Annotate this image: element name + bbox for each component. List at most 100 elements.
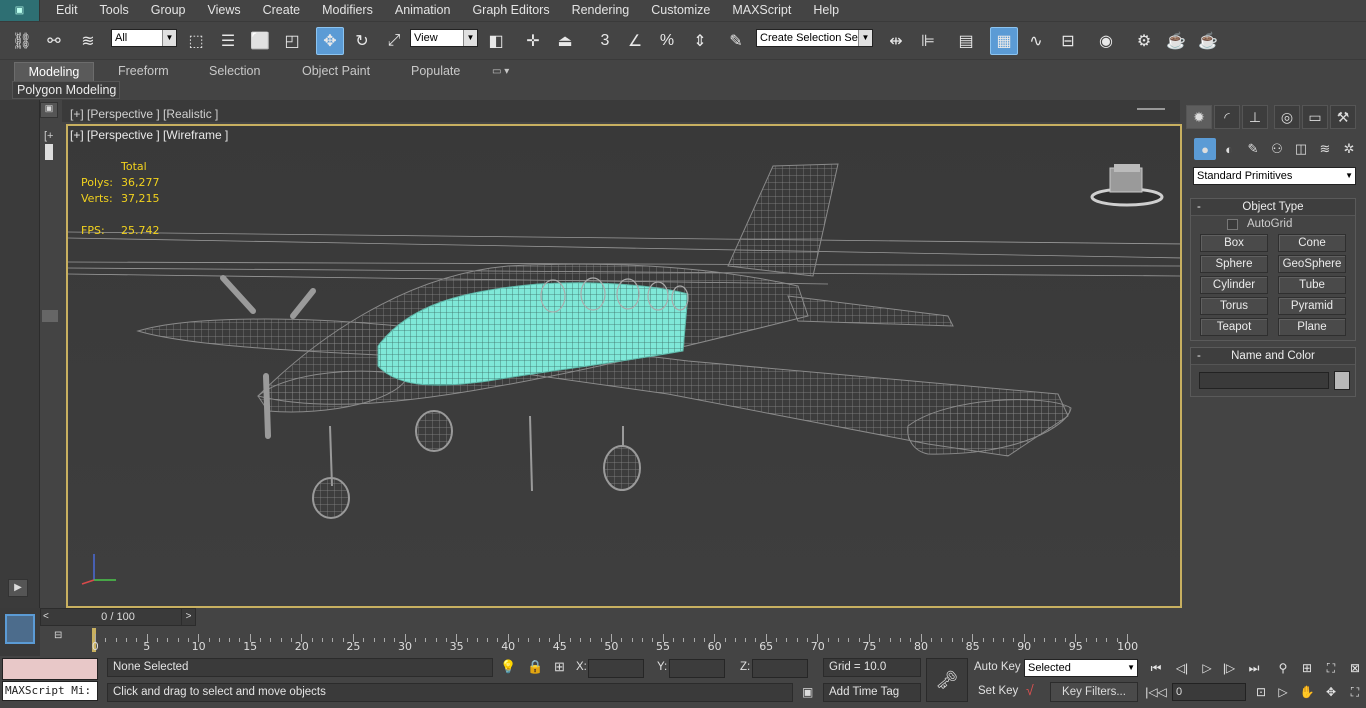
- pan-view-icon[interactable]: ✋: [1296, 682, 1318, 702]
- cylinder-button[interactable]: Cylinder: [1200, 276, 1268, 294]
- previous-frame-icon[interactable]: ◁|: [1171, 658, 1193, 678]
- selection-lock-icon[interactable]: 🔒: [527, 659, 543, 675]
- viewport-minimize-icon[interactable]: [1137, 108, 1165, 110]
- curve-editor-icon[interactable]: ∿: [1022, 27, 1050, 55]
- viewport-config-icon[interactable]: ▣: [40, 102, 58, 118]
- ribbon-tab-populate[interactable]: Populate: [403, 62, 468, 81]
- maxscript-mini-listener[interactable]: MAXScript Mi:: [2, 681, 98, 701]
- add-time-tag-button[interactable]: Add Time Tag: [823, 683, 921, 702]
- space-warps-icon[interactable]: ≋: [1314, 138, 1336, 160]
- go-to-start-icon[interactable]: ⏮: [1145, 658, 1167, 678]
- object-type-header[interactable]: - Object Type: [1191, 199, 1355, 216]
- menu-item-create[interactable]: Create: [252, 0, 312, 21]
- z-coordinate-input[interactable]: [752, 659, 808, 678]
- set-key-filter-icon[interactable]: √: [1026, 682, 1034, 698]
- key-mode-toggle-icon[interactable]: |◁◁: [1145, 682, 1167, 702]
- shapes-icon[interactable]: ◐: [1218, 138, 1240, 160]
- zoom-extents-all-icon[interactable]: ⊠: [1344, 658, 1366, 678]
- percent-snap-icon[interactable]: %: [653, 27, 681, 55]
- rotate-icon[interactable]: ↻: [348, 27, 376, 55]
- align-icon[interactable]: ⊫: [914, 27, 942, 55]
- scene-explorer-icon[interactable]: ▦: [990, 27, 1018, 55]
- sphere-button[interactable]: Sphere: [1200, 255, 1268, 273]
- menu-item-rendering[interactable]: Rendering: [561, 0, 641, 21]
- ribbon-panel-polygon-modeling[interactable]: Polygon Modeling: [12, 81, 120, 99]
- scale-icon[interactable]: ⤢: [380, 27, 408, 55]
- rendered-frame-window-icon[interactable]: ☕: [1162, 27, 1190, 55]
- maximize-viewport-icon[interactable]: ⛶: [1344, 682, 1366, 702]
- ribbon-tab-freeform[interactable]: Freeform: [110, 62, 177, 81]
- viewport-slider-handle[interactable]: [45, 144, 53, 160]
- schematic-view-icon[interactable]: ⊟: [1054, 27, 1082, 55]
- torus-button[interactable]: Torus: [1200, 297, 1268, 315]
- play-animation-icon[interactable]: ▷: [1196, 658, 1218, 678]
- time-slider[interactable]: < 0 / 100: [40, 608, 196, 626]
- menu-item-graph-editors[interactable]: Graph Editors: [461, 0, 560, 21]
- box-button[interactable]: Box: [1200, 234, 1268, 252]
- ribbon-tab-selection[interactable]: Selection: [201, 62, 268, 81]
- go-to-end-icon[interactable]: ⏭: [1243, 658, 1265, 678]
- edit-named-selection-icon[interactable]: ✎: [722, 27, 750, 55]
- hierarchy-tab-icon[interactable]: ⊥: [1242, 105, 1268, 129]
- helpers-icon[interactable]: ◫: [1290, 138, 1312, 160]
- menu-item-help[interactable]: Help: [802, 0, 850, 21]
- object-color-swatch[interactable]: [1334, 371, 1350, 390]
- named-selection-select[interactable]: Create Selection Se ▼: [756, 29, 873, 47]
- teapot-button[interactable]: Teapot: [1200, 318, 1268, 336]
- window-crossing-icon[interactable]: ◰: [278, 27, 306, 55]
- link-icon[interactable]: ⛓: [8, 27, 36, 55]
- modify-tab-icon[interactable]: ◜: [1214, 105, 1240, 129]
- menu-item-maxscript[interactable]: MAXScript: [721, 0, 802, 21]
- app-logo-icon[interactable]: ▣: [0, 0, 40, 21]
- bind-space-warp-icon[interactable]: ≋: [74, 27, 102, 55]
- viewport-label-behind[interactable]: [+] [Perspective ] [Realistic ]: [70, 107, 218, 121]
- cone-button[interactable]: Cone: [1278, 234, 1346, 252]
- render-setup-icon[interactable]: ⚙: [1130, 27, 1158, 55]
- layer-manager-icon[interactable]: ▤: [952, 27, 980, 55]
- ribbon-tab-object-paint[interactable]: Object Paint: [294, 62, 378, 81]
- snaps-toggle-icon[interactable]: 3: [591, 27, 619, 55]
- menu-item-modifiers[interactable]: Modifiers: [311, 0, 384, 21]
- ribbon-tab-modeling[interactable]: Modeling: [14, 62, 94, 81]
- viewport-scroll-marker[interactable]: [42, 310, 58, 322]
- play-icon[interactable]: ▶: [8, 579, 28, 597]
- menu-item-customize[interactable]: Customize: [640, 0, 721, 21]
- select-manipulate-icon[interactable]: ✛: [519, 27, 547, 55]
- cameras-icon[interactable]: ⚇: [1266, 138, 1288, 160]
- menu-item-animation[interactable]: Animation: [384, 0, 462, 21]
- viewport-plus-icon[interactable]: [+: [44, 130, 53, 142]
- utilities-tab-icon[interactable]: ⚒: [1330, 105, 1356, 129]
- pivot-center-icon[interactable]: ◧: [482, 27, 510, 55]
- set-key-button[interactable]: Set Key: [978, 685, 1018, 697]
- spinner-snap-icon[interactable]: ⇕: [686, 27, 714, 55]
- isolate-selection-icon[interactable]: 💡: [500, 659, 516, 675]
- object-name-input[interactable]: [1199, 372, 1329, 389]
- unlink-icon[interactable]: ⚯: [40, 27, 68, 55]
- reference-coord-select[interactable]: View ▼: [410, 29, 478, 47]
- display-tab-icon[interactable]: ▭: [1302, 105, 1328, 129]
- auto-key-button[interactable]: Auto Key: [974, 661, 1021, 673]
- key-filters-button[interactable]: Key Filters...: [1050, 682, 1138, 702]
- ribbon-options-icon[interactable]: ▭ ▾: [484, 62, 517, 81]
- geosphere-button[interactable]: GeoSphere: [1278, 255, 1346, 273]
- orbit-icon[interactable]: ✥: [1320, 682, 1342, 702]
- category-dropdown[interactable]: Standard Primitives ▼: [1193, 167, 1356, 185]
- zoom-all-icon[interactable]: ⊞: [1296, 658, 1318, 678]
- time-configuration-icon[interactable]: ⊡: [1250, 682, 1272, 702]
- zoom-extents-icon[interactable]: ⛶: [1320, 658, 1342, 678]
- time-slider-prev-icon[interactable]: <: [43, 609, 49, 625]
- time-slider-next-icon[interactable]: >: [181, 608, 196, 626]
- selection-filter-select[interactable]: All ▼: [111, 29, 177, 47]
- perspective-viewport[interactable]: Total Polys: 36,277 Verts: 37,215 FPS: 2…: [66, 124, 1182, 608]
- motion-tab-icon[interactable]: ◎: [1274, 105, 1300, 129]
- pyramid-button[interactable]: Pyramid: [1278, 297, 1346, 315]
- select-object-icon[interactable]: ⬚: [182, 27, 210, 55]
- viewcube[interactable]: [1090, 162, 1164, 208]
- select-by-name-icon[interactable]: ☰: [214, 27, 242, 55]
- x-coordinate-input[interactable]: [588, 659, 644, 678]
- autogrid-checkbox[interactable]: [1227, 219, 1238, 230]
- zoom-icon[interactable]: ⚲: [1272, 658, 1294, 678]
- time-tag-icon[interactable]: ▣: [802, 685, 813, 699]
- rectangular-selection-icon[interactable]: ⬜: [246, 27, 274, 55]
- name-and-color-header[interactable]: - Name and Color: [1191, 348, 1355, 365]
